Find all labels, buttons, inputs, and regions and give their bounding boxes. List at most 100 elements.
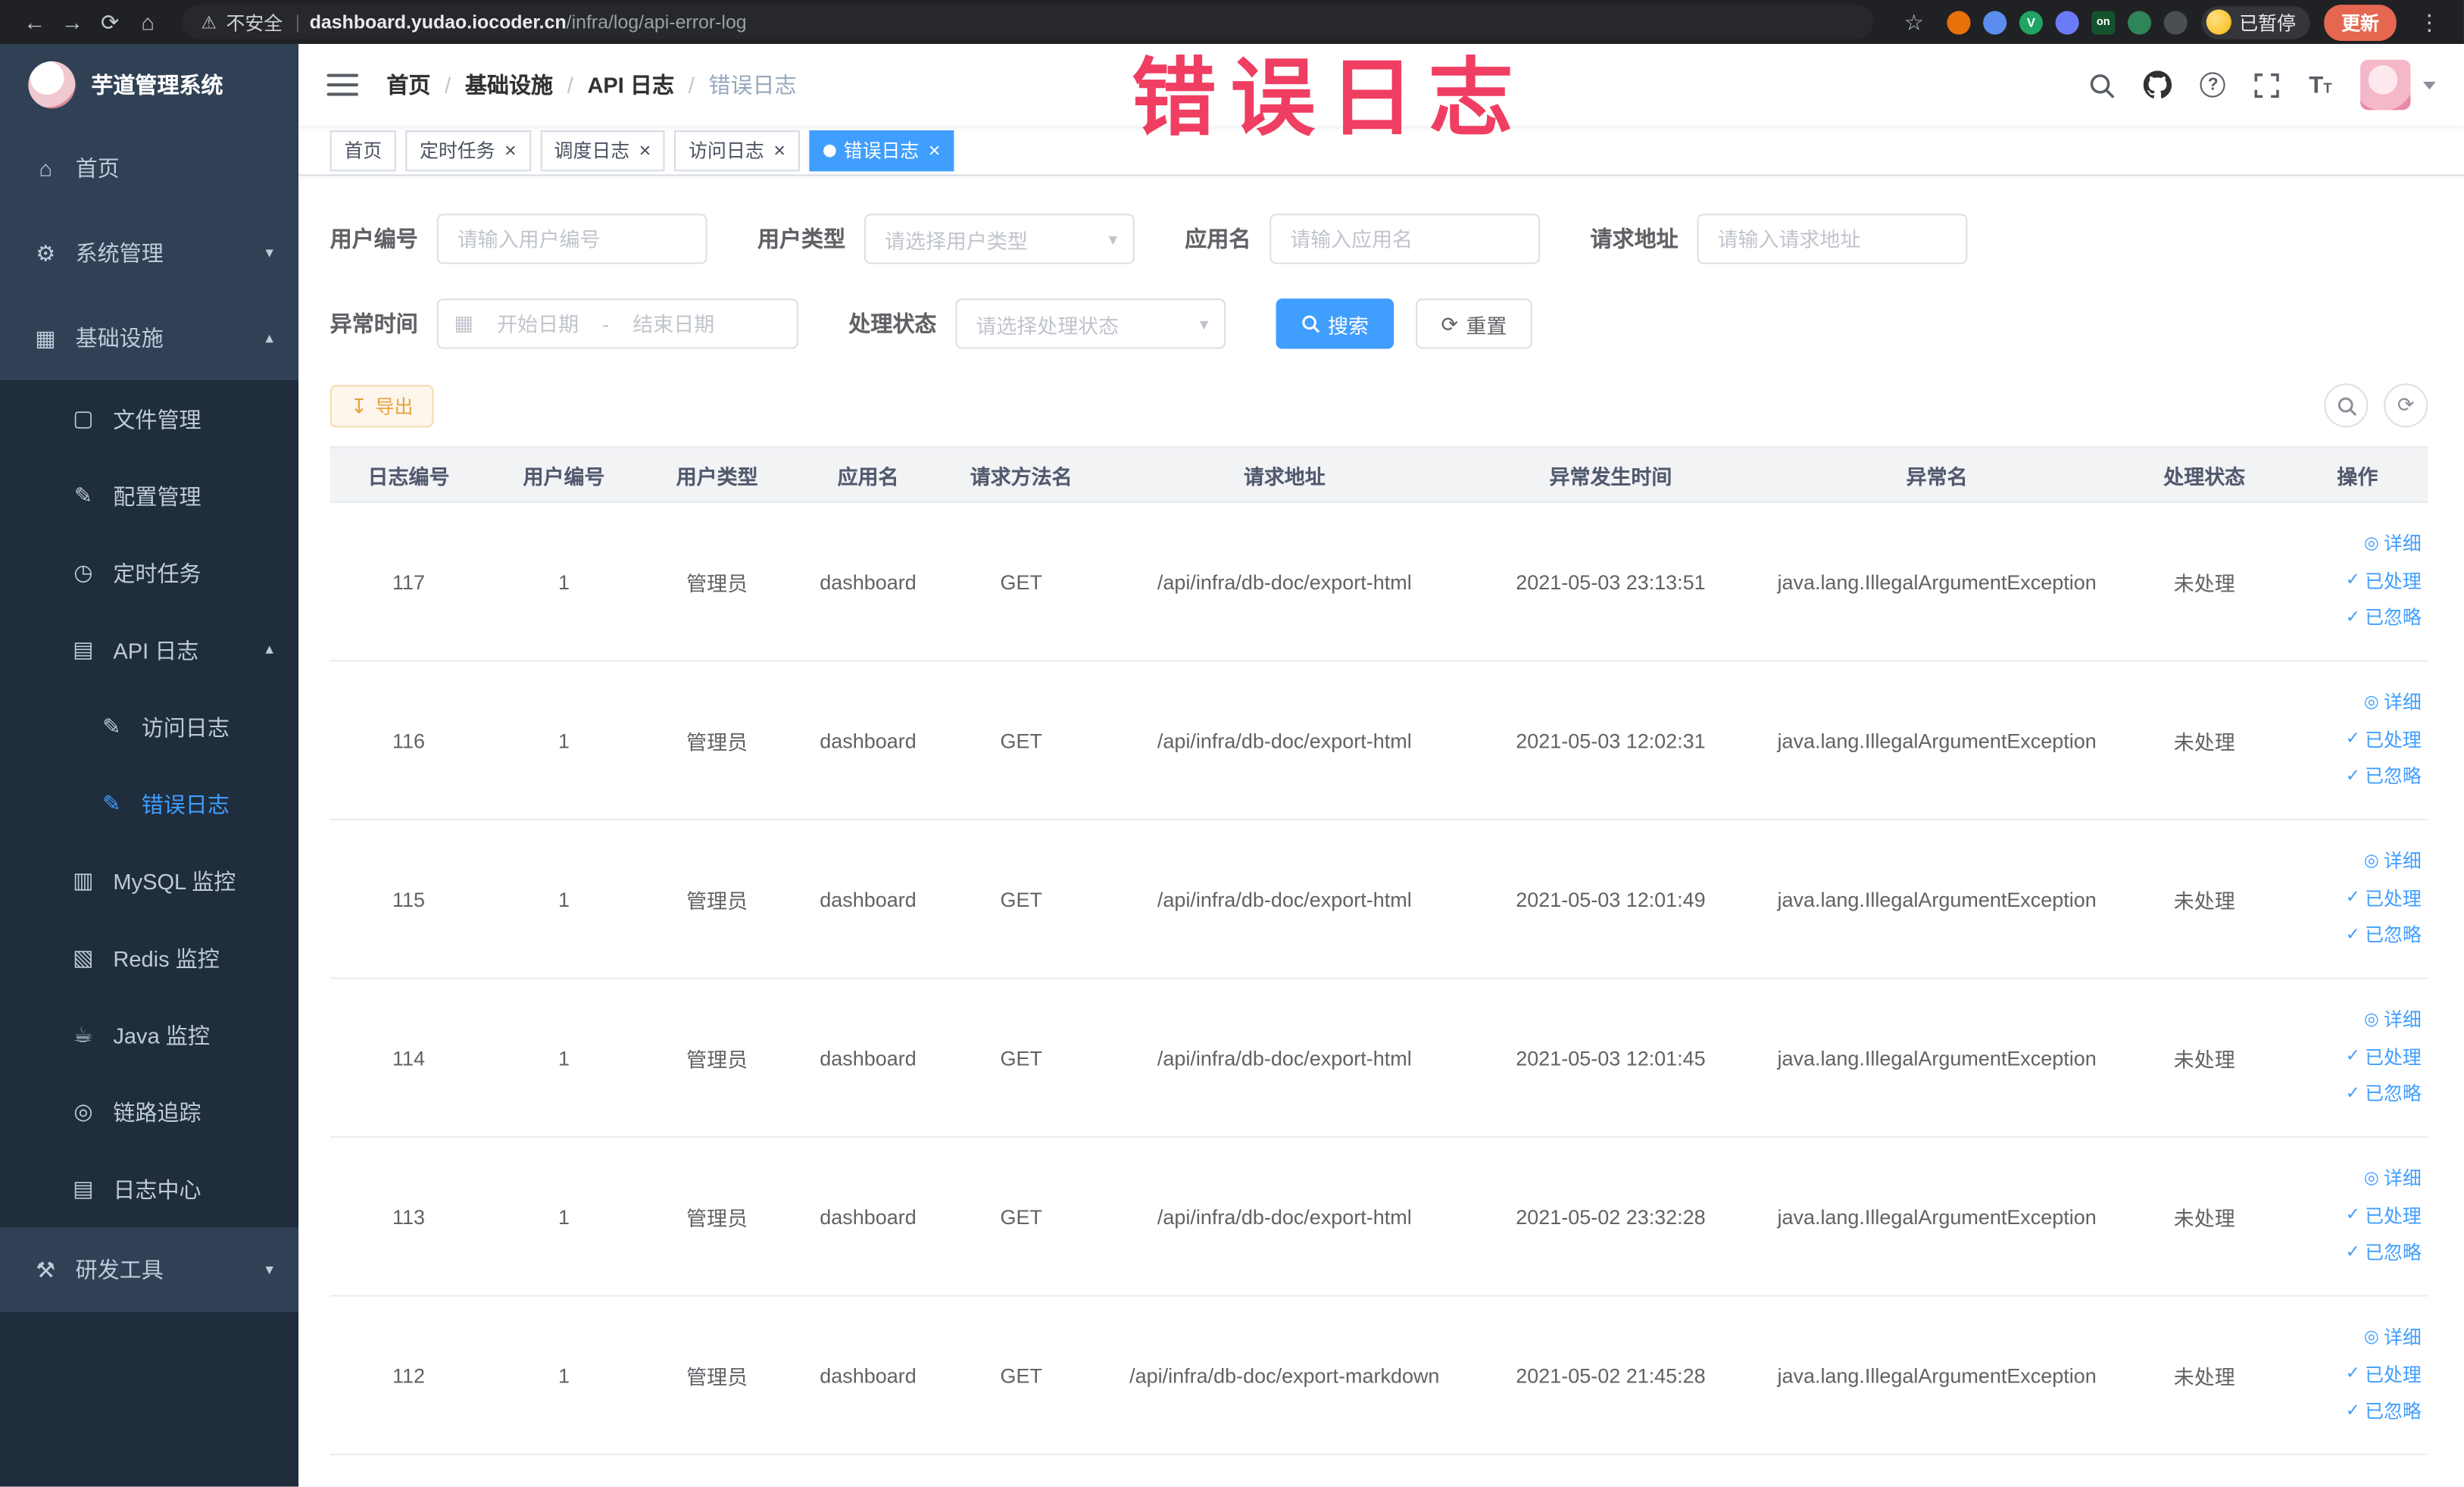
app-name-label: 应用名	[1185, 226, 1251, 251]
sidebar-item-label: 基础设施	[75, 325, 164, 351]
detail-link[interactable]: ◎ 详细	[2364, 1164, 2422, 1195]
mark-ignored-link[interactable]: ✓ 已忽略	[2346, 1396, 2422, 1428]
mark-processed-link[interactable]: ✓ 已处理	[2346, 565, 2422, 597]
extension-pin-icon[interactable]	[2163, 10, 2188, 34]
mark-processed-link[interactable]: ✓ 已处理	[2346, 724, 2422, 756]
hamburger-icon[interactable]	[326, 73, 359, 96]
mark-ignored-link[interactable]: ✓ 已忽略	[2346, 761, 2422, 792]
github-icon[interactable]	[2144, 70, 2172, 98]
user-id-label: 用户编号	[329, 226, 418, 251]
sidebar-item-log-center[interactable]: ▤ 日志中心	[0, 1150, 299, 1228]
address-bar[interactable]: ⚠ 不安全 | dashboard.yudao.iocoder.cn/infra…	[182, 5, 1873, 39]
refresh-table-button[interactable]: ⟳	[2384, 383, 2428, 428]
sidebar-item-access-log[interactable]: ✎ 访问日志	[0, 688, 299, 766]
sidebar-item-error-log[interactable]: ✎ 错误日志	[0, 765, 299, 842]
mark-processed-link[interactable]: ✓ 已处理	[2346, 883, 2422, 915]
close-icon[interactable]: ×	[504, 140, 517, 161]
user-type-select[interactable]: 请选择用户类型 ▾	[864, 214, 1135, 264]
user-avatar[interactable]	[2360, 59, 2411, 111]
sidebar-item-api-log[interactable]: ▤ API 日志 ▴	[0, 611, 299, 689]
close-icon[interactable]: ×	[773, 140, 785, 161]
app-logo[interactable]: 芋道管理系统	[0, 44, 299, 126]
tab-home[interactable]: 首页	[329, 130, 396, 171]
mark-ignored-link[interactable]: ✓ 已忽略	[2346, 1237, 2422, 1269]
date-range-picker[interactable]: ▦ -	[436, 298, 798, 349]
fullscreen-icon[interactable]	[2254, 71, 2281, 98]
cell-exception: java.lang.IllegalArgumentException	[1777, 1045, 2097, 1070]
breadcrumb-item[interactable]: API 日志	[587, 69, 674, 100]
search-icon[interactable]	[2089, 71, 2116, 98]
sidebar-item-file-manage[interactable]: ▢ 文件管理	[0, 380, 299, 458]
sidebar-item-system[interactable]: ⚙ 系统管理 ▾	[0, 210, 299, 296]
search-button[interactable]: 搜索	[1276, 298, 1394, 349]
file-icon: ▢	[73, 405, 94, 431]
tab-job-log[interactable]: 调度日志 ×	[539, 130, 666, 171]
request-url-input[interactable]	[1697, 214, 1968, 264]
sidebar-item-config-manage[interactable]: ✎ 配置管理	[0, 457, 299, 535]
sidebar-item-trace[interactable]: ◎ 链路追踪	[0, 1073, 299, 1151]
breadcrumb-item[interactable]: 基础设施	[465, 69, 553, 100]
extension-orange-icon[interactable]	[1947, 10, 1971, 34]
app-name-input[interactable]	[1269, 214, 1541, 264]
cell-status: 未处理	[2173, 1364, 2235, 1389]
mark-processed-link[interactable]: ✓ 已处理	[2346, 1201, 2422, 1232]
sidebar-item-redis-monitor[interactable]: ▧ Redis 监控	[0, 919, 299, 997]
chevron-down-icon: ▾	[1108, 230, 1118, 249]
mark-ignored-link[interactable]: ✓ 已忽略	[2346, 920, 2422, 951]
start-date-input[interactable]	[481, 311, 595, 336]
toggle-search-button[interactable]	[2324, 383, 2369, 428]
extension-v-icon[interactable]: V	[2019, 10, 2043, 34]
browser-menu-icon[interactable]: ⋮	[2410, 8, 2448, 35]
extension-tree-icon[interactable]	[2127, 10, 2152, 34]
tab-error-log[interactable]: 错误日志 ×	[809, 130, 955, 171]
browser-reload-icon[interactable]: ⟳	[91, 8, 129, 35]
chevron-down-icon[interactable]	[2423, 80, 2436, 89]
reset-button[interactable]: ⟳ 重置	[1416, 298, 1532, 349]
error-log-table: 日志编号 用户编号 用户类型 应用名 请求方法名 请求地址 异常发生时间 异常名 处理状态 操作 …	[329, 446, 2428, 1456]
extension-on-badge-icon[interactable]: on	[2091, 10, 2116, 34]
tab-access-log[interactable]: 访问日志 ×	[674, 130, 800, 171]
mark-processed-link[interactable]: ✓ 已处理	[2346, 1359, 2422, 1391]
sidebar-item-java-monitor[interactable]: ☕ Java 监控	[0, 996, 299, 1073]
close-icon[interactable]: ×	[929, 140, 941, 161]
profile-paused-badge[interactable]: 已暂停	[2201, 5, 2310, 39]
font-size-icon[interactable]: TT	[2309, 71, 2331, 98]
browser-back-icon[interactable]: ←	[16, 9, 54, 34]
tab-label: 错误日志	[843, 139, 920, 162]
export-button[interactable]: ↧ 导出	[329, 384, 434, 427]
help-icon[interactable]: ?	[2200, 72, 2226, 98]
cell-method: GET	[1000, 570, 1042, 594]
mark-ignored-link[interactable]: ✓ 已忽略	[2346, 602, 2422, 634]
process-status-select[interactable]: 请选择处理状态 ▾	[955, 298, 1226, 349]
browser-home-icon[interactable]: ⌂	[129, 9, 167, 34]
sidebar-item-mysql-monitor[interactable]: ▥ MySQL 监控	[0, 842, 299, 920]
detail-link[interactable]: ◎ 详细	[2364, 529, 2422, 561]
breadcrumb-item[interactable]: 首页	[386, 69, 430, 100]
detail-link[interactable]: ◎ 详细	[2364, 1323, 2422, 1354]
mark-processed-link[interactable]: ✓ 已处理	[2346, 1042, 2422, 1073]
browser-forward-icon[interactable]: →	[54, 9, 92, 34]
extension-drop-icon[interactable]	[1983, 10, 2007, 34]
browser-update-button[interactable]: 更新	[2324, 4, 2397, 40]
close-icon[interactable]: ×	[639, 140, 651, 161]
sidebar-item-job[interactable]: ◷ 定时任务	[0, 534, 299, 612]
bookmark-star-icon[interactable]: ☆	[1895, 8, 1933, 35]
end-date-input[interactable]	[617, 311, 730, 336]
sidebar-item-home[interactable]: ⌂ 首页	[0, 125, 299, 211]
mark-ignored-link[interactable]: ✓ 已忽略	[2346, 1079, 2422, 1111]
download-icon: ↧	[350, 393, 368, 417]
column-header: 请求方法名	[970, 464, 1073, 489]
cell-user-id: 1	[557, 728, 570, 752]
cell-status: 未处理	[2173, 1206, 2235, 1230]
eye-icon: ◎	[2363, 693, 2379, 712]
detail-link[interactable]: ◎ 详细	[2364, 1005, 2422, 1037]
extension-grid-icon[interactable]	[2055, 10, 2079, 34]
tab-job[interactable]: 定时任务 ×	[405, 130, 531, 171]
detail-link[interactable]: ◎ 详细	[2364, 687, 2422, 719]
sidebar-item-devtools[interactable]: ⚒ 研发工具 ▾	[0, 1227, 299, 1313]
cell-actions: ◎ 详细 ✓ 已处理 ✓ 已忽略	[2288, 503, 2428, 660]
user-id-input[interactable]	[436, 214, 707, 264]
table-body: 117 1 管理员 dashboard GET/api/infra/db-doc/exp…	[329, 503, 2428, 1456]
detail-link[interactable]: ◎ 详细	[2364, 846, 2422, 878]
sidebar-item-infra[interactable]: ▦ 基础设施 ▴	[0, 295, 299, 381]
